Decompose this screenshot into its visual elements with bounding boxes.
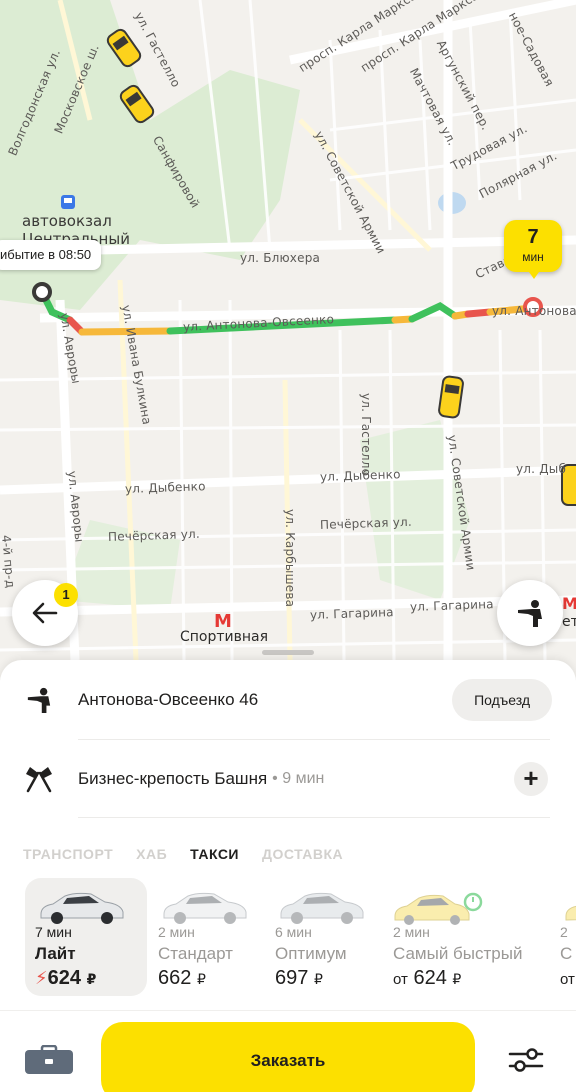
divider <box>78 817 550 818</box>
tariff-price-value: 624 <box>413 967 447 989</box>
tariff-card-lite[interactable]: 7 мин Лайт ⚡624 ₽ <box>25 878 147 996</box>
tariff-name: Оптимум <box>275 944 347 963</box>
price-prefix: от <box>393 971 408 988</box>
sheet-grabber[interactable] <box>262 650 314 655</box>
tariff-eta: 2 мин <box>158 924 195 940</box>
eta-value: 7 <box>527 226 539 248</box>
destination-name: Бизнес-крепость Башня <box>78 769 268 788</box>
tariff-price: 697 ₽ <box>275 967 323 990</box>
bottom-bar: Заказать <box>0 1010 576 1092</box>
metro-station-label-partial: ет <box>562 614 576 630</box>
eta-unit: мин <box>522 250 544 264</box>
currency: ₽ <box>452 971 462 987</box>
tariff-price: ⚡624 ₽ <box>35 967 96 990</box>
svg-text:M: M <box>562 594 576 613</box>
tariff-eta: 2 <box>560 924 568 940</box>
tab-transport[interactable]: ТРАНСПОРТ <box>23 846 113 862</box>
eta-pin[interactable]: 7 мин <box>504 220 562 279</box>
tariff-price-value: 662 <box>158 967 192 989</box>
tariff-card-standard[interactable]: 2 мин Стандарт 662 ₽ <box>148 878 270 996</box>
add-stop-button[interactable]: + <box>514 762 548 796</box>
street-label: ул. Дыб <box>516 462 567 476</box>
tab-hub[interactable]: ХАБ <box>136 846 167 862</box>
tariff-price-value: 624 <box>47 967 82 989</box>
map[interactable]: M M ул. Гастелло просп. Карла Маркса про… <box>0 0 576 680</box>
tariff-price-value: 697 <box>275 967 309 989</box>
arrival-time-chip[interactable]: ибытие в 08:50 <box>0 240 102 270</box>
finish-flags-icon <box>26 767 52 793</box>
tariff-eta: 2 мин <box>393 924 430 940</box>
car-stopwatch-icon <box>394 892 483 925</box>
tariff-eta: 6 мин <box>275 924 312 940</box>
car-icon <box>40 892 124 924</box>
tariff-card-fastest[interactable]: 2 мин Самый быстрый от 624 ₽ <box>383 878 543 996</box>
tariff-name: Лайт <box>35 944 76 963</box>
tariff-price: 662 ₽ <box>158 967 206 990</box>
street-label: ул. Карбышева <box>283 509 297 608</box>
order-button[interactable]: Заказать <box>101 1022 475 1092</box>
person-pointing-icon <box>518 600 542 627</box>
metro-station-label: Спортивная <box>180 629 269 645</box>
currency: ₽ <box>196 971 206 987</box>
currency: ₽ <box>313 971 323 987</box>
car-icon <box>163 892 247 924</box>
pickup-point-button[interactable] <box>497 580 563 646</box>
tab-delivery[interactable]: ДОСТАВКА <box>262 846 343 862</box>
street-label: ул. Гагарина <box>309 605 394 622</box>
tariff-price: от 624 ₽ <box>393 967 461 990</box>
street-label: ул. Гагарина <box>409 597 494 614</box>
entrance-button[interactable]: Подъезд <box>452 679 552 721</box>
street-label: ул. Блюхера <box>240 251 321 265</box>
arrow-left-icon <box>32 602 58 624</box>
street-label: ул. Гастелло <box>359 393 373 477</box>
trip-duration: • 9 мин <box>272 770 325 787</box>
tariff-name: С <box>560 944 573 963</box>
tariff-card-optimum[interactable]: 6 мин Оптимум 697 ₽ <box>265 878 387 996</box>
settings-sliders-icon[interactable] <box>508 1045 544 1075</box>
lightning-icon: ⚡ <box>35 968 48 988</box>
currency: ₽ <box>86 971 97 987</box>
tariff-name: Самый быстрый <box>393 944 523 963</box>
pickup-address: Антонова-Овсеенко 46 <box>78 690 259 709</box>
person-pointing-icon <box>27 687 51 713</box>
service-tabs: ТРАНСПОРТ ХАБ ТАКСИ ДОСТАВКА <box>23 846 343 862</box>
street-label: ул. Антонова <box>492 304 576 318</box>
briefcase-icon[interactable] <box>24 1045 74 1075</box>
tariff-eta: 7 мин <box>35 924 72 940</box>
street-label: ул. Дыбенко <box>124 479 206 496</box>
street-label: ул. Дыбенко <box>319 467 401 484</box>
tab-taxi[interactable]: ТАКСИ <box>190 846 239 862</box>
price-prefix: от <box>560 971 575 988</box>
destination-row[interactable]: Бизнес-крепость Башня • 9 мин + <box>0 740 576 818</box>
tariff-carousel[interactable]: 7 мин Лайт ⚡624 ₽ 2 мин Стандарт 662 ₽ 6… <box>25 878 576 996</box>
tariff-card-partial[interactable]: 2 С от <box>550 878 576 996</box>
tariff-price: от <box>560 967 575 990</box>
car-icon <box>565 905 576 921</box>
tariff-name: Стандарт <box>158 944 233 963</box>
pickup-row[interactable]: Антонова-Овсеенко 46 Подъезд <box>0 661 576 739</box>
car-icon <box>280 892 364 924</box>
notification-badge: 1 <box>54 583 78 607</box>
